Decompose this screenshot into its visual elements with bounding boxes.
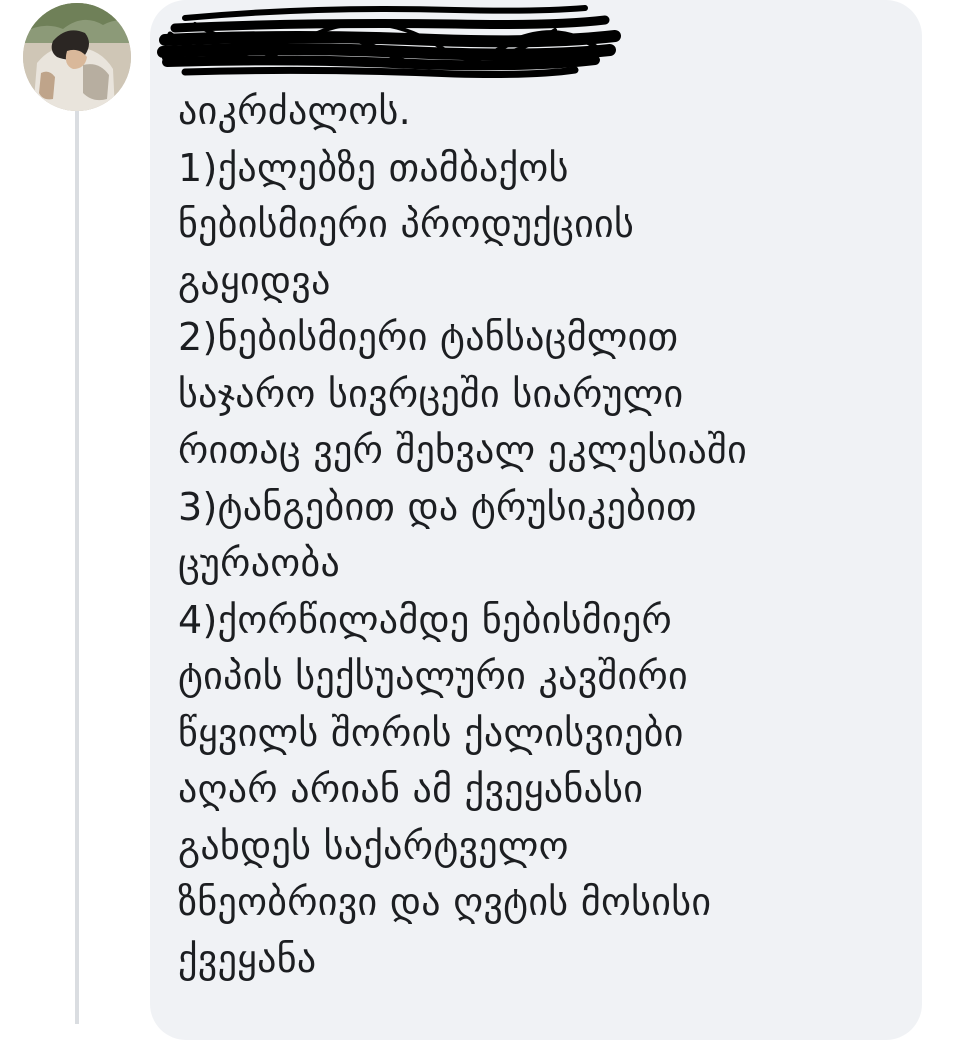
avatar[interactable] [23, 3, 131, 111]
comment-line: წყვილს შორის ქალისვიები [178, 710, 684, 755]
comment-line: ცურაობა [178, 541, 341, 585]
comment-line: გახდეს საქარტველო [178, 823, 569, 868]
comment-line: 3)ტანგებით და ტრუსიკებით [178, 484, 697, 529]
comment-line: ტიპის სექსუალური კავშირი [178, 654, 688, 698]
comment-line: გაყიდვა [178, 258, 331, 303]
comment-line: რითაც ვერ შეხვალ ეკლესიაში [178, 428, 748, 472]
redaction-scribble-icon [157, 5, 621, 78]
comment-line: ქვეყანა [178, 936, 317, 981]
comment-text: აიკრძალოს. 1)ქალებზე თამბაქოს ნებისმიერი… [178, 83, 918, 987]
comment-line: საჯარო სივრცეში სიარული [178, 371, 684, 416]
profile-photo-icon [23, 3, 131, 111]
comment-line: ნებისმიერი პროდუქციის [178, 202, 635, 246]
comment-line: 2)ნებისმიერი ტანსაცმლით [178, 315, 679, 359]
comment-line: ზნეობრივი და ღვტის მოსისი [178, 880, 712, 924]
comment-line: აღარ არიან ამ ქვეყანასი [178, 767, 644, 811]
comment-line: 1)ქალებზე თამბაქოს [178, 145, 569, 190]
comment-line: 4)ქორწილამდე ნებისმიერ [178, 597, 672, 642]
comment-line: აიკრძალოს. [178, 89, 412, 133]
reply-thread-line [75, 110, 79, 1024]
